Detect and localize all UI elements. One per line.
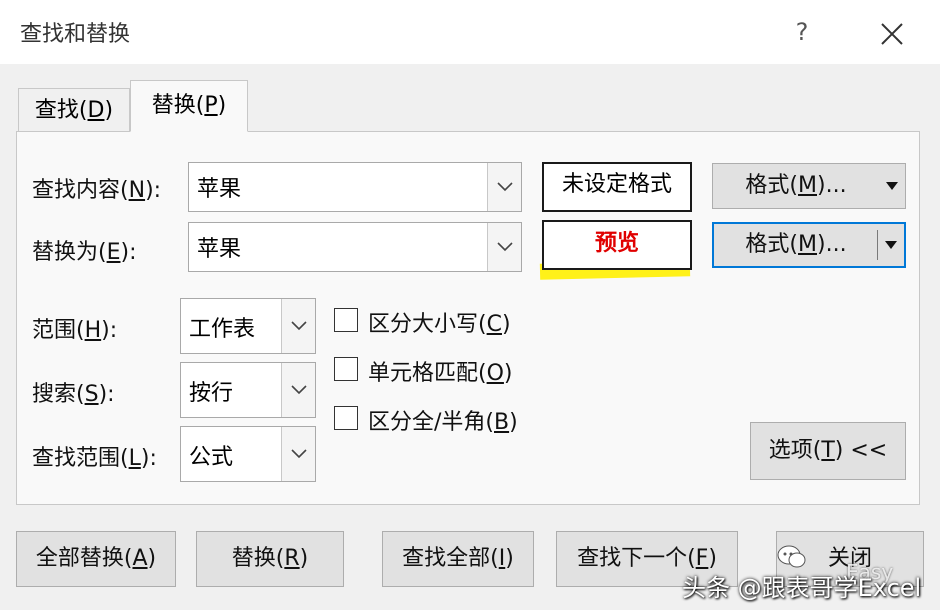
options-toggle-button[interactable]: 选项(T) <<: [750, 422, 906, 480]
watermark-text: 头条 @跟表哥学Excel: [682, 574, 922, 602]
match-byte-label[interactable]: 区分全/半角(B): [368, 404, 518, 436]
match-case-label[interactable]: 区分大小写(C): [368, 306, 511, 338]
tab-replace[interactable]: 替换(P): [130, 80, 248, 132]
caret-down-icon: [885, 241, 897, 249]
chat-bubble-icon: [777, 545, 806, 568]
find-what-value: 苹果: [197, 177, 242, 202]
match-byte-checkbox[interactable]: [334, 406, 358, 430]
chevron-down-icon: [291, 449, 307, 459]
search-label: 搜索(S):: [32, 382, 115, 407]
find-what-label: 查找内容(N):: [32, 178, 162, 203]
look-in-select[interactable]: 公式: [180, 426, 316, 482]
replace-format-dropdown[interactable]: [878, 224, 904, 266]
chevron-down-icon: [291, 321, 307, 331]
close-window-button[interactable]: [872, 14, 912, 54]
replace-format-preview: 预览: [542, 220, 692, 270]
close-icon: [881, 23, 903, 45]
find-format-dropdown[interactable]: [879, 164, 905, 208]
match-entire-cell-label[interactable]: 单元格匹配(O): [368, 355, 513, 387]
chevron-down-icon: [497, 242, 513, 252]
find-what-combo[interactable]: 苹果: [188, 162, 522, 212]
chevron-down-icon: [497, 182, 513, 192]
replace-format-button-label: 格式(M)...: [745, 232, 847, 257]
help-button[interactable]: ?: [784, 14, 820, 50]
replace-with-dropdown[interactable]: [487, 223, 521, 271]
look-in-value: 公式: [189, 445, 234, 470]
find-format-button[interactable]: 格式(M)...: [712, 163, 906, 209]
look-in-label: 查找范围(L):: [32, 446, 157, 471]
tab-find[interactable]: 查找(D): [18, 88, 130, 134]
replace-all-button[interactable]: 全部替换(A): [16, 531, 176, 587]
match-case-checkbox[interactable]: [334, 308, 358, 332]
within-label: 范围(H):: [32, 318, 118, 343]
replace-button[interactable]: 替换(R): [196, 531, 344, 587]
search-dropdown[interactable]: [281, 363, 315, 417]
dialog-title: 查找和替换: [20, 22, 131, 47]
within-select[interactable]: 工作表: [180, 298, 316, 354]
within-dropdown[interactable]: [281, 299, 315, 353]
search-value: 按行: [189, 381, 234, 406]
caret-down-icon: [886, 182, 898, 190]
search-select[interactable]: 按行: [180, 362, 316, 418]
find-format-status: 未设定格式: [542, 162, 692, 212]
watermark-logo: [776, 544, 806, 570]
replace-with-value: 苹果: [197, 237, 242, 262]
find-format-button-label: 格式(M)...: [745, 173, 847, 198]
chevron-down-icon: [291, 385, 307, 395]
replace-with-label: 替换为(E):: [32, 240, 137, 265]
replace-format-button[interactable]: 格式(M)...: [712, 222, 906, 268]
find-what-dropdown[interactable]: [487, 163, 521, 211]
replace-with-combo[interactable]: 苹果: [188, 222, 522, 272]
match-entire-cell-checkbox[interactable]: [334, 357, 358, 381]
find-all-button[interactable]: 查找全部(I): [382, 531, 534, 587]
look-in-dropdown[interactable]: [281, 427, 315, 481]
within-value: 工作表: [189, 317, 256, 342]
